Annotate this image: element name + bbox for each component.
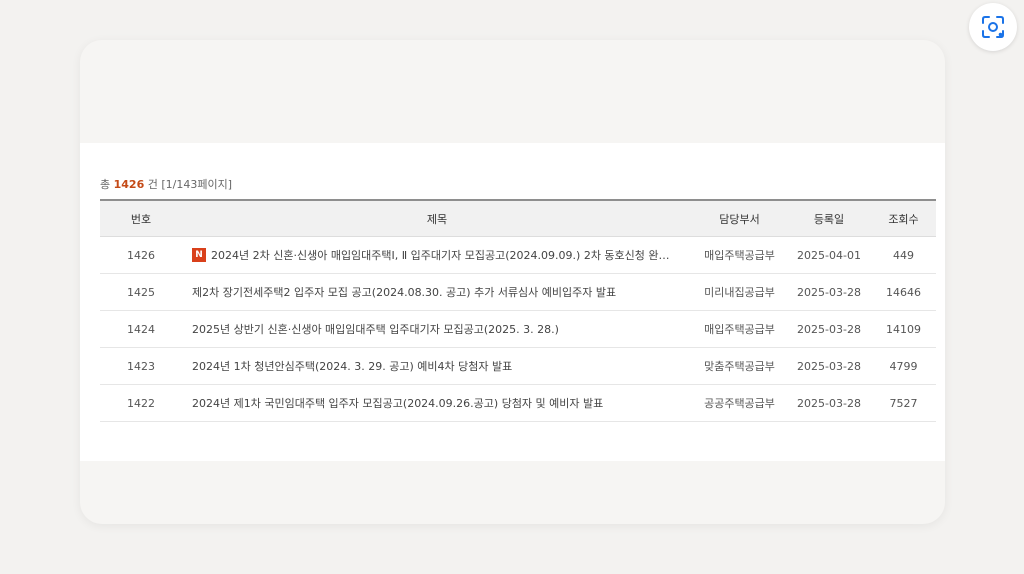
row-views: 14646	[871, 273, 936, 311]
row-department: 맞춤주택공급부	[692, 347, 787, 385]
table-row[interactable]: 1422 2024년 제1차 국민임대주택 입주자 모집공고(2024.09.2…	[100, 384, 936, 422]
row-views: 7527	[871, 384, 936, 422]
row-title-link[interactable]: 2024년 제1차 국민임대주택 입주자 모집공고(2024.09.26.공고)…	[192, 397, 603, 410]
row-number: 1424	[100, 310, 182, 348]
row-title-cell[interactable]: 2024년 1차 청년안심주택(2024. 3. 29. 공고) 예비4차 당첨…	[182, 347, 692, 385]
row-title-link[interactable]: 2024년 1차 청년안심주택(2024. 3. 29. 공고) 예비4차 당첨…	[192, 360, 512, 373]
row-number: 1422	[100, 384, 182, 422]
row-date: 2025-04-01	[787, 236, 871, 274]
total-count: 1426	[113, 178, 145, 191]
row-date: 2025-03-28	[787, 347, 871, 385]
table-row[interactable]: 1423 2024년 1차 청년안심주택(2024. 3. 29. 공고) 예비…	[100, 347, 936, 385]
page-indicator: 건 [1/143페이지]	[147, 178, 233, 191]
board-content: 총 1426 건 [1/143페이지] 번호 제목 담당부서 등록일 조회수 1…	[80, 143, 945, 461]
table-row[interactable]: 1424 2025년 상반기 신혼·신생아 매입임대주택 입주대기자 모집공고(…	[100, 310, 936, 348]
row-number: 1425	[100, 273, 182, 311]
row-number: 1426	[100, 236, 182, 274]
row-title-cell[interactable]: 제2차 장기전세주택2 입주자 모집 공고(2024.08.30. 공고) 추가…	[182, 273, 692, 311]
row-views: 14109	[871, 310, 936, 348]
row-date: 2025-03-28	[787, 310, 871, 348]
table-row[interactable]: 1425 제2차 장기전세주택2 입주자 모집 공고(2024.08.30. 공…	[100, 273, 936, 311]
row-department: 미리내집공급부	[692, 273, 787, 311]
lens-search-button[interactable]	[969, 3, 1017, 51]
post-count-summary: 총 1426 건 [1/143페이지]	[100, 176, 232, 192]
board-card: 총 1426 건 [1/143페이지] 번호 제목 담당부서 등록일 조회수 1…	[80, 40, 945, 524]
table-row[interactable]: 1426 N 2024년 2차 신혼·신생아 매입임대주택Ⅰ, Ⅱ 입주대기자 모…	[100, 236, 936, 274]
row-title-cell[interactable]: 2025년 상반기 신혼·신생아 매입임대주택 입주대기자 모집공고(2025.…	[182, 310, 692, 348]
new-badge-icon: N	[192, 248, 206, 262]
row-title-cell[interactable]: N 2024년 2차 신혼·신생아 매입임대주택Ⅰ, Ⅱ 입주대기자 모집공고(2…	[182, 236, 692, 274]
row-views: 4799	[871, 347, 936, 385]
row-department: 매입주택공급부	[692, 236, 787, 274]
row-date: 2025-03-28	[787, 384, 871, 422]
header-date: 등록일	[787, 200, 871, 237]
lens-icon	[980, 14, 1006, 40]
row-views: 449	[871, 236, 936, 274]
header-views: 조회수	[871, 200, 936, 237]
table-header-row: 번호 제목 담당부서 등록일 조회수	[100, 200, 936, 237]
header-title: 제목	[182, 200, 692, 237]
row-date: 2025-03-28	[787, 273, 871, 311]
row-title-link[interactable]: 2025년 상반기 신혼·신생아 매입임대주택 입주대기자 모집공고(2025.…	[192, 323, 559, 336]
row-department: 공공주택공급부	[692, 384, 787, 422]
row-department: 매입주택공급부	[692, 310, 787, 348]
row-title-cell[interactable]: 2024년 제1차 국민임대주택 입주자 모집공고(2024.09.26.공고)…	[182, 384, 692, 422]
header-department: 담당부서	[692, 200, 787, 237]
header-number: 번호	[100, 200, 182, 237]
count-prefix: 총	[100, 178, 111, 191]
notice-table: 번호 제목 담당부서 등록일 조회수 1426 N 2024년 2차 신혼·신생아…	[100, 199, 936, 422]
row-number: 1423	[100, 347, 182, 385]
row-title-link[interactable]: 제2차 장기전세주택2 입주자 모집 공고(2024.08.30. 공고) 추가…	[192, 286, 616, 299]
row-title-link[interactable]: 2024년 2차 신혼·신생아 매입임대주택Ⅰ, Ⅱ 입주대기자 모집공고(20…	[211, 249, 670, 262]
